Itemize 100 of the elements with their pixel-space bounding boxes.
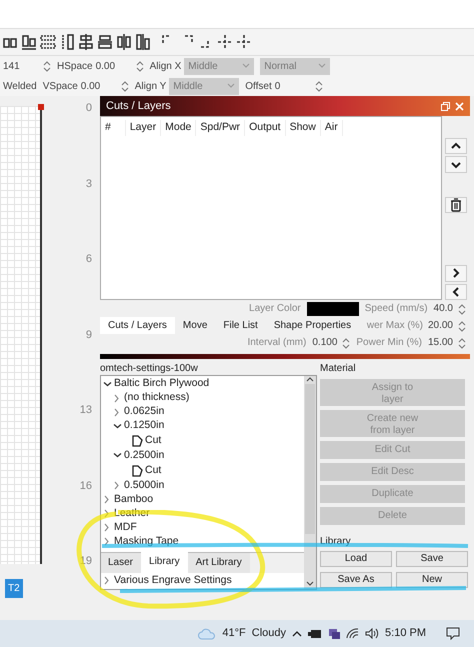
spinner-icon[interactable] (314, 80, 323, 92)
spinner-icon[interactable] (136, 60, 144, 72)
clock-text[interactable]: 5:10 PM (385, 625, 426, 642)
tab[interactable]: Laser (101, 552, 142, 573)
notification-icon[interactable] (446, 627, 460, 640)
icon-button[interactable] (445, 156, 467, 173)
center-bottom-icon[interactable] (135, 33, 151, 51)
action-button[interactable]: Load (320, 551, 392, 567)
field-label: wer Max (%) (366, 319, 423, 333)
close-icon[interactable] (455, 102, 464, 110)
align-bottom-icon[interactable] (21, 33, 37, 51)
ruler-label: 6 (86, 252, 92, 267)
tree-item[interactable]: Bamboo (114, 492, 154, 508)
column-header[interactable]: Show (286, 120, 321, 136)
wifi-icon[interactable] (346, 628, 360, 639)
spinner-icon[interactable] (458, 302, 466, 314)
caret-icon (318, 63, 326, 69)
icon-button[interactable] (445, 265, 467, 282)
ruler-label: 16 (80, 478, 92, 494)
scrollbar[interactable] (304, 376, 316, 589)
spin-field[interactable]: 0 (274, 78, 323, 94)
battery-icon[interactable] (308, 628, 322, 638)
spin-field[interactable]: 0.100 (312, 335, 350, 350)
tree-item[interactable]: Cut (145, 433, 162, 449)
action-button[interactable]: Save As (320, 572, 392, 588)
field-label: Speed (mm/s) (364, 302, 428, 316)
scroll-down-icon[interactable] (306, 581, 314, 587)
spinner-icon[interactable] (120, 80, 129, 92)
file-name: omtech-settings-100w (100, 362, 199, 375)
field-label: VSpace (42, 80, 78, 94)
color-swatch[interactable] (306, 302, 359, 316)
spin-field[interactable]: 141 (3, 58, 51, 74)
center-vertical-icon[interactable] (97, 33, 113, 51)
field-label: Layer Color (249, 302, 301, 316)
column-header[interactable]: # (101, 120, 126, 136)
layer-tag[interactable]: T2 (5, 579, 23, 598)
spinner-icon[interactable] (43, 60, 51, 72)
icon-button[interactable] (445, 196, 467, 214)
column-header[interactable]: Mode (161, 120, 196, 136)
chevron-up-icon (450, 141, 462, 152)
column-header[interactable]: Air (320, 120, 343, 136)
chevron-down-icon[interactable] (113, 422, 122, 430)
action-button[interactable]: New (396, 572, 468, 588)
speaker-icon[interactable] (365, 628, 380, 639)
spinner-icon[interactable] (458, 320, 466, 332)
crosshair-icon[interactable] (217, 33, 233, 51)
column-header[interactable]: Layer (126, 120, 162, 136)
distribute-icon[interactable] (40, 33, 56, 51)
action-button[interactable]: Save (396, 551, 468, 567)
tree-item[interactable]: MDF (114, 520, 137, 536)
spinner-icon[interactable] (458, 336, 466, 348)
spin-field[interactable]: 0.00 (80, 78, 129, 94)
tree-item[interactable]: 0.0625in (124, 404, 164, 420)
tab[interactable]: Cuts / Layers (100, 317, 175, 334)
field-value: Welded (3, 80, 37, 94)
temperature-text[interactable]: 41°F (222, 625, 246, 642)
spin-field[interactable]: 40.0 (434, 301, 466, 316)
chevron-down-icon[interactable] (103, 380, 112, 388)
crosshair-icon[interactable] (236, 33, 252, 51)
ruler-label: 13 (80, 403, 92, 418)
scroll-up-icon[interactable] (306, 376, 314, 382)
field-label: Offset (245, 80, 272, 94)
chevron-down-icon (450, 160, 462, 170)
center-icon[interactable] (116, 33, 132, 51)
tree-item[interactable]: 0.1250in (124, 418, 164, 434)
icon-button[interactable] (445, 138, 467, 154)
tree-item[interactable]: Cut (145, 462, 162, 479)
column-header[interactable]: Spd/Pwr (196, 120, 246, 136)
restore-icon[interactable] (441, 102, 450, 110)
caret-icon (227, 83, 236, 89)
scroll-thumb[interactable] (305, 384, 315, 534)
network-icon[interactable] (328, 628, 340, 640)
spinner-icon[interactable] (342, 336, 350, 348)
caret-icon (242, 63, 250, 69)
tab[interactable]: Art Library (188, 552, 250, 573)
spin-field[interactable]: 20.00 (428, 318, 466, 333)
tree-item[interactable]: Baltic Birch Plywood (114, 376, 210, 392)
ruler-label: 3 (86, 176, 92, 192)
origin-marker (38, 104, 44, 110)
distribute-vertical-icon[interactable] (59, 33, 75, 51)
canvas-grid[interactable] (0, 106, 42, 564)
tree-item[interactable]: (no thickness) (124, 390, 190, 406)
tab[interactable]: Library (141, 550, 188, 573)
trash-icon (450, 198, 462, 212)
spin-field[interactable]: 15.00 (428, 335, 466, 350)
center-horizontal-icon[interactable] (78, 33, 94, 51)
weather-text[interactable]: Cloudy (252, 625, 286, 642)
tree-item[interactable]: 0.2500in (124, 448, 164, 464)
spin-field[interactable]: 0.00 (96, 58, 144, 74)
chevron-up-icon[interactable] (292, 630, 302, 637)
shape-icon (131, 434, 143, 447)
ruler-label: 0 (86, 101, 92, 116)
icon-button[interactable] (445, 284, 467, 300)
column-header[interactable]: Output (245, 120, 286, 136)
tree-item[interactable]: 0.5000in (124, 478, 164, 494)
group-title: Material (320, 362, 357, 376)
panel-title: Cuts / Layers (106, 98, 171, 114)
field-label: Interval (mm) (247, 336, 306, 350)
tree-item[interactable]: Various Engrave Settings (114, 572, 232, 588)
shape-icon (131, 464, 143, 477)
